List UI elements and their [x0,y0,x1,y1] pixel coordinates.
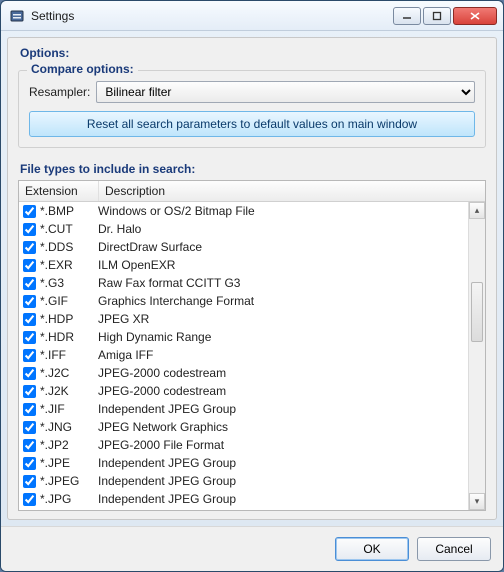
table-row[interactable]: *.JXRJPEG XR [19,508,468,510]
table-row[interactable]: *.J2KJPEG-2000 codestream [19,382,468,400]
filetype-description: Windows or OS/2 Bitmap File [98,204,464,218]
filetype-description: Amiga IFF [98,348,464,362]
resampler-label: Resampler: [29,85,90,99]
table-row[interactable]: *.G3Raw Fax format CCITT G3 [19,274,468,292]
filetype-extension: *.HDR [40,330,98,344]
filetype-checkbox[interactable] [23,457,36,470]
vertical-scrollbar[interactable]: ▴ ▾ [468,202,485,510]
filetype-extension: *.EXR [40,258,98,272]
table-row[interactable]: *.IFFAmiga IFF [19,346,468,364]
column-extension[interactable]: Extension [19,181,99,201]
minimize-button[interactable] [393,7,421,25]
filetype-description: Independent JPEG Group [98,402,464,416]
scroll-up-button[interactable]: ▴ [469,202,485,219]
filetype-extension: *.CUT [40,222,98,236]
filetype-description: JPEG-2000 codestream [98,366,464,380]
table-row[interactable]: *.HDPJPEG XR [19,310,468,328]
filetype-extension: *.JPE [40,456,98,470]
resampler-select[interactable]: Bilinear filter [96,81,475,103]
filetype-checkbox[interactable] [23,295,36,308]
app-icon [9,8,25,24]
cancel-button[interactable]: Cancel [417,537,491,561]
column-description[interactable]: Description [99,181,485,201]
filetype-checkbox[interactable] [23,205,36,218]
filetype-checkbox[interactable] [23,493,36,506]
table-row[interactable]: *.JP2JPEG-2000 File Format [19,436,468,454]
table-row[interactable]: *.JIFIndependent JPEG Group [19,400,468,418]
window-buttons [393,7,497,25]
filetypes-heading: File types to include in search: [20,162,486,176]
filetype-description: Raw Fax format CCITT G3 [98,276,464,290]
table-row[interactable]: *.GIFGraphics Interchange Format [19,292,468,310]
scroll-down-button[interactable]: ▾ [469,493,485,510]
filetype-extension: *.G3 [40,276,98,290]
table-row[interactable]: *.BMPWindows or OS/2 Bitmap File [19,202,468,220]
filetype-checkbox[interactable] [23,475,36,488]
filetype-description: DirectDraw Surface [98,240,464,254]
table-row[interactable]: *.JPEIndependent JPEG Group [19,454,468,472]
filetype-description: JPEG-2000 codestream [98,384,464,398]
ok-button[interactable]: OK [335,537,409,561]
filetype-extension: *.HDP [40,312,98,326]
table-row[interactable]: *.DDSDirectDraw Surface [19,238,468,256]
filetype-description: Independent JPEG Group [98,492,464,506]
filetypes-listview: Extension Description *.BMPWindows or OS… [18,180,486,511]
filetype-checkbox[interactable] [23,385,36,398]
scroll-thumb[interactable] [471,282,483,342]
filetype-description: Graphics Interchange Format [98,294,464,308]
table-row[interactable]: *.CUTDr. Halo [19,220,468,238]
filetype-description: Independent JPEG Group [98,456,464,470]
filetype-checkbox[interactable] [23,403,36,416]
table-row[interactable]: *.JNGJPEG Network Graphics [19,418,468,436]
filetype-checkbox[interactable] [23,439,36,452]
filetype-extension: *.JIF [40,402,98,416]
dialog-footer: OK Cancel [1,526,503,571]
options-heading: Options: [20,46,486,60]
filetype-checkbox[interactable] [23,223,36,236]
filetype-extension: *.JPEG [40,474,98,488]
filetype-checkbox[interactable] [23,313,36,326]
filetype-extension: *.BMP [40,204,98,218]
table-row[interactable]: *.JPGIndependent JPEG Group [19,490,468,508]
filetype-extension: *.JNG [40,420,98,434]
filetype-extension: *.GIF [40,294,98,308]
filetype-description: High Dynamic Range [98,330,464,344]
maximize-button[interactable] [423,7,451,25]
filetype-description: ILM OpenEXR [98,258,464,272]
filetype-checkbox[interactable] [23,331,36,344]
filetype-checkbox[interactable] [23,367,36,380]
filetype-description: JPEG Network Graphics [98,420,464,434]
filetype-description: JPEG XR [98,312,464,326]
filetype-description: JPEG-2000 File Format [98,438,464,452]
compare-options-legend: Compare options: [27,62,138,76]
filetype-description: Independent JPEG Group [98,474,464,488]
table-row[interactable]: *.EXRILM OpenEXR [19,256,468,274]
reset-search-button[interactable]: Reset all search parameters to default v… [29,111,475,137]
close-button[interactable] [453,7,497,25]
filetype-extension: *.J2K [40,384,98,398]
filetype-checkbox[interactable] [23,421,36,434]
titlebar[interactable]: Settings [1,1,503,31]
window-title: Settings [31,9,393,23]
table-row[interactable]: *.HDRHigh Dynamic Range [19,328,468,346]
filetype-extension: *.J2C [40,366,98,380]
filetype-checkbox[interactable] [23,277,36,290]
compare-options-group: Compare options: Resampler: Bilinear fil… [18,70,486,148]
table-row[interactable]: *.JPEGIndependent JPEG Group [19,472,468,490]
filetype-extension: *.JPG [40,492,98,506]
filetype-checkbox[interactable] [23,349,36,362]
client-area: Options: Compare options: Resampler: Bil… [7,37,497,520]
settings-window: Settings Options: Compare options: Resam… [0,0,504,572]
filetype-checkbox[interactable] [23,241,36,254]
filetype-extension: *.DDS [40,240,98,254]
filetype-extension: *.IFF [40,348,98,362]
filetype-extension: *.JP2 [40,438,98,452]
table-row[interactable]: *.J2CJPEG-2000 codestream [19,364,468,382]
filetype-description: Dr. Halo [98,222,464,236]
listview-header: Extension Description [19,181,485,202]
listview-body: *.BMPWindows or OS/2 Bitmap File*.CUTDr.… [19,202,468,510]
filetype-checkbox[interactable] [23,259,36,272]
